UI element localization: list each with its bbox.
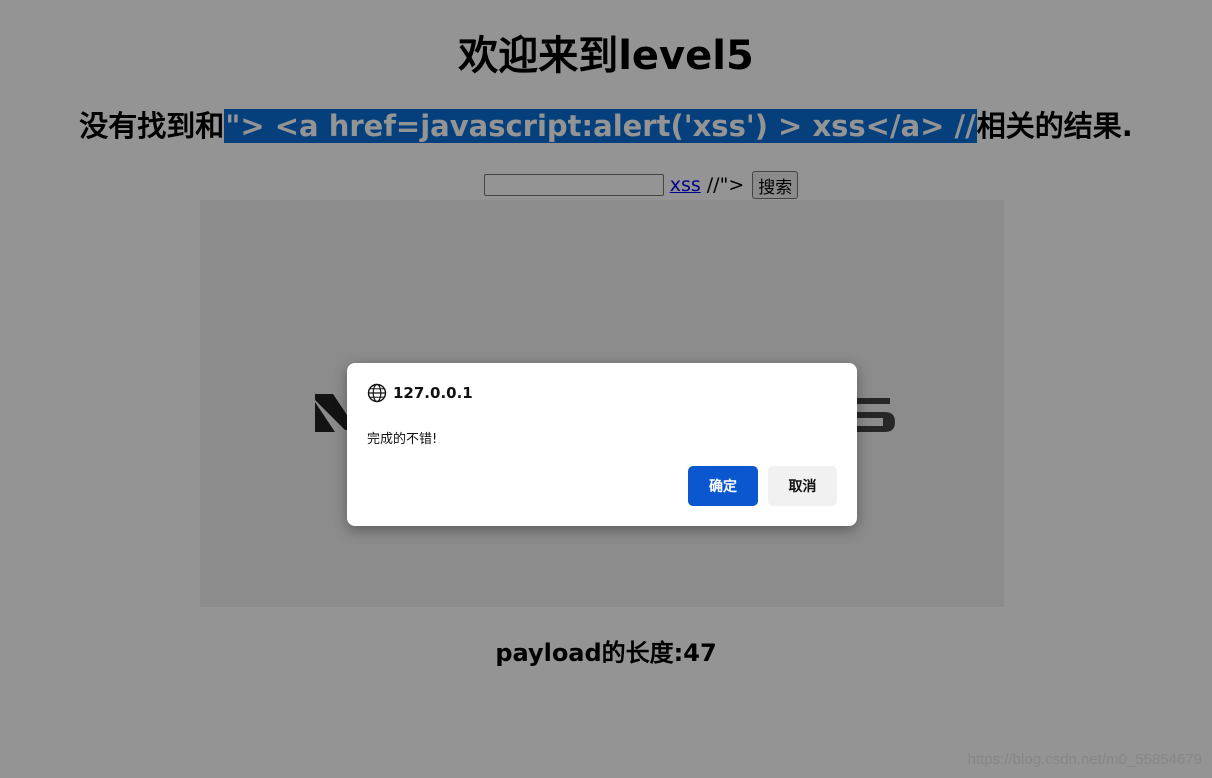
globe-icon [367, 383, 387, 403]
dialog-header: 127.0.0.1 [367, 383, 473, 403]
alert-dialog: 127.0.0.1 完成的不错! 确定 取消 [347, 363, 857, 526]
ok-button[interactable]: 确定 [688, 466, 758, 506]
cancel-button[interactable]: 取消 [768, 466, 837, 506]
dialog-message: 完成的不错! [367, 432, 438, 447]
dialog-origin: 127.0.0.1 [393, 384, 473, 402]
